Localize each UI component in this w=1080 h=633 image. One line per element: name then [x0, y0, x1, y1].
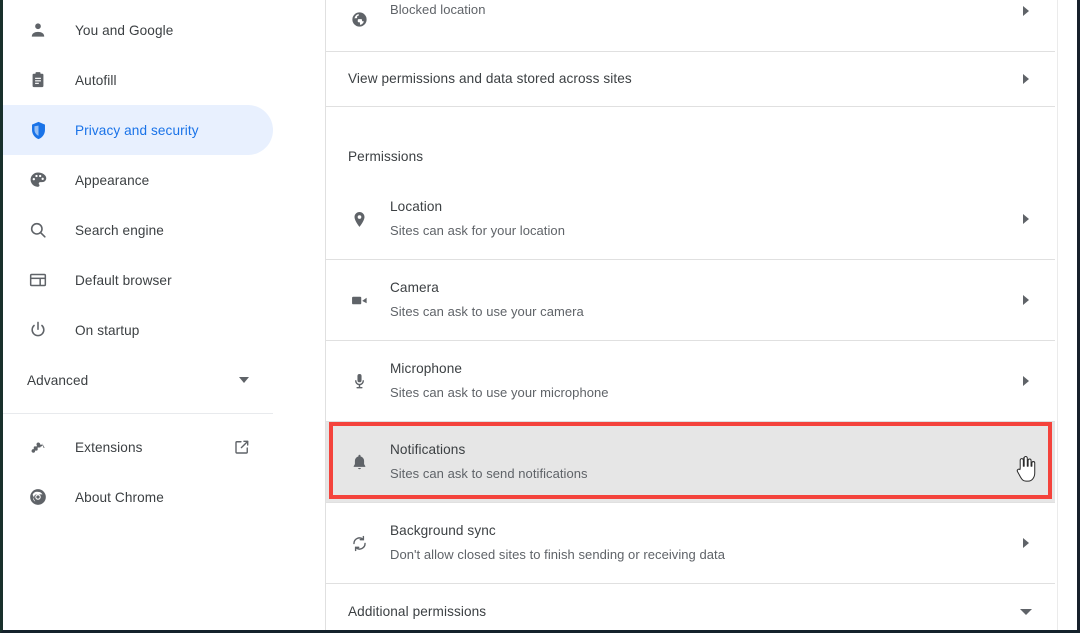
permission-title: Notifications — [390, 442, 466, 457]
globe-icon — [348, 8, 370, 30]
sidebar-item-label: Appearance — [75, 172, 150, 188]
site-row-body: www.bestbuy.com Blocked location — [390, 0, 1009, 29]
browser-window-icon — [27, 269, 49, 291]
permission-title: Camera — [390, 280, 439, 295]
additional-permissions-body: Additional permissions — [348, 602, 1009, 622]
permission-subtitle: Sites can ask for your location — [390, 223, 565, 238]
site-row-subtitle: Blocked location — [390, 2, 486, 17]
permission-row-notifications[interactable]: Notifications Sites can ask to send noti… — [326, 422, 1055, 502]
sidebar-item-label: Extensions — [75, 439, 143, 455]
arrow-right-icon[interactable] — [1019, 538, 1033, 548]
sidebar-item-label: Default browser — [75, 272, 172, 288]
permission-row-location[interactable]: Location Sites can ask for your location — [326, 179, 1055, 259]
permission-row-camera[interactable]: Camera Sites can ask to use your camera — [326, 260, 1055, 340]
sidebar-item-on-startup[interactable]: On startup — [3, 305, 273, 355]
video-camera-icon — [348, 289, 370, 311]
sidebar-item-label: On startup — [75, 322, 140, 338]
sidebar-item-label: Autofill — [75, 72, 117, 88]
palette-icon — [27, 169, 49, 191]
scrollbar-gutter[interactable] — [1057, 0, 1077, 630]
microphone-icon — [348, 370, 370, 392]
sidebar-item-you-and-google[interactable]: You and Google — [3, 5, 273, 55]
arrow-right-icon[interactable] — [1019, 6, 1033, 16]
power-icon — [27, 319, 49, 341]
permission-body: Location Sites can ask for your location — [390, 197, 1009, 241]
sidebar-item-default-browser[interactable]: Default browser — [3, 255, 273, 305]
permission-title: Microphone — [390, 361, 463, 376]
search-icon — [27, 219, 49, 241]
sidebar-item-extensions[interactable]: Extensions — [3, 422, 273, 472]
view-permissions-body: View permissions and data stored across … — [348, 69, 1009, 89]
settings-page: You and Google Autofill Privacy and secu… — [3, 0, 1077, 630]
sidebar-advanced-label: Advanced — [27, 372, 89, 388]
sidebar-item-appearance[interactable]: Appearance — [3, 155, 273, 205]
settings-main-content: www.bestbuy.com Blocked location View pe… — [325, 0, 1077, 630]
additional-permissions-row[interactable]: Additional permissions — [326, 584, 1055, 630]
permission-subtitle: Sites can ask to use your microphone — [390, 385, 609, 400]
permission-subtitle: Sites can ask to use your camera — [390, 304, 584, 319]
sidebar-item-privacy-and-security[interactable]: Privacy and security — [3, 105, 273, 155]
sidebar-item-search-engine[interactable]: Search engine — [3, 205, 273, 255]
arrow-right-icon[interactable] — [1019, 295, 1033, 305]
permission-title: Background sync — [390, 523, 496, 538]
chrome-logo-icon — [27, 486, 49, 508]
permission-subtitle: Sites can ask to send notifications — [390, 466, 588, 481]
puzzle-piece-icon — [27, 436, 49, 458]
view-permissions-row[interactable]: View permissions and data stored across … — [326, 52, 1055, 106]
open-in-new-icon[interactable] — [233, 438, 251, 456]
sync-icon — [348, 532, 370, 554]
privacy-settings-list: www.bestbuy.com Blocked location View pe… — [326, 0, 1055, 630]
sidebar-divider — [3, 413, 273, 414]
permission-row-background-sync[interactable]: Background sync Don't allow closed sites… — [326, 503, 1055, 583]
arrow-right-icon[interactable] — [1019, 376, 1033, 386]
arrow-right-icon[interactable] — [1019, 214, 1033, 224]
chevron-down-icon[interactable] — [1019, 609, 1033, 615]
browser-window: You and Google Autofill Privacy and secu… — [0, 0, 1080, 633]
site-exception-row-bestbuy[interactable]: www.bestbuy.com Blocked location — [326, 0, 1055, 51]
sidebar-item-about-chrome[interactable]: About Chrome — [3, 472, 273, 522]
location-pin-icon — [348, 208, 370, 230]
person-icon — [27, 19, 49, 41]
bell-icon — [348, 451, 370, 473]
view-permissions-label: View permissions and data stored across … — [348, 71, 632, 86]
sidebar-item-label: You and Google — [75, 22, 174, 38]
permission-body: Notifications Sites can ask to send noti… — [390, 440, 1009, 484]
arrow-right-icon[interactable] — [1019, 457, 1033, 467]
permission-title: Location — [390, 199, 443, 214]
permission-subtitle: Don't allow closed sites to finish sendi… — [390, 547, 725, 562]
settings-sidebar: You and Google Autofill Privacy and secu… — [3, 0, 325, 630]
sidebar-item-label: About Chrome — [75, 489, 164, 505]
row-divider — [326, 106, 1055, 107]
shield-icon — [27, 119, 49, 141]
clipboard-icon — [27, 69, 49, 91]
permission-body: Camera Sites can ask to use your camera — [390, 278, 1009, 322]
sidebar-item-label: Privacy and security — [75, 122, 199, 138]
arrow-right-icon[interactable] — [1019, 74, 1033, 84]
additional-permissions-label: Additional permissions — [348, 604, 487, 619]
permission-row-microphone[interactable]: Microphone Sites can ask to use your mic… — [326, 341, 1055, 421]
permission-body: Microphone Sites can ask to use your mic… — [390, 359, 1009, 403]
permissions-section-header: Permissions — [348, 148, 424, 164]
sidebar-item-autofill[interactable]: Autofill — [3, 55, 273, 105]
caret-down-icon — [239, 377, 249, 383]
sidebar-item-advanced[interactable]: Advanced — [3, 355, 273, 405]
permission-body: Background sync Don't allow closed sites… — [390, 521, 1009, 565]
sidebar-item-label: Search engine — [75, 222, 164, 238]
